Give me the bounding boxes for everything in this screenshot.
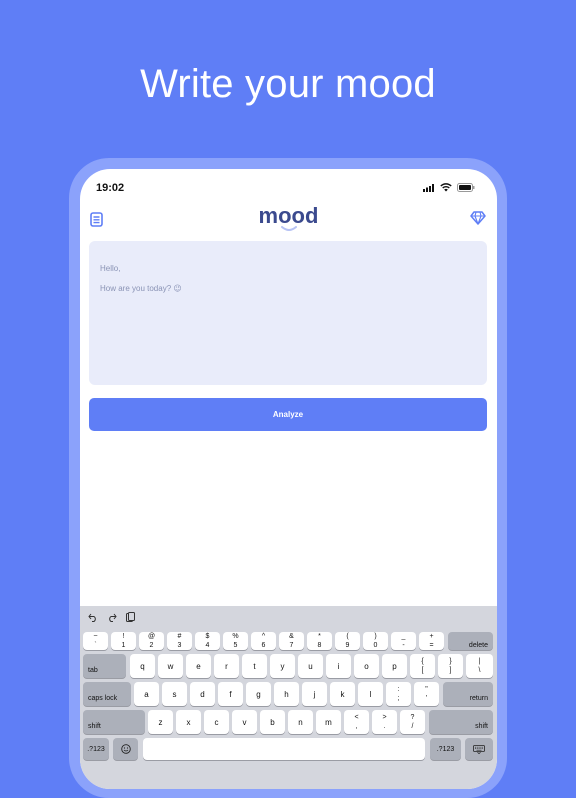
key-caps-lock[interactable]: caps lock <box>83 682 131 706</box>
key-e[interactable]: e <box>186 654 211 678</box>
placeholder-line-1: Hello, <box>100 264 121 273</box>
key-z[interactable]: z <box>148 710 173 734</box>
headline: Write your mood <box>140 62 436 106</box>
key-0[interactable]: ) 0 <box>363 632 388 650</box>
key-j[interactable]: j <box>302 682 327 706</box>
key-t[interactable]: t <box>242 654 267 678</box>
key-semicolon[interactable]: :; <box>386 682 411 706</box>
key-space[interactable] <box>143 738 425 760</box>
key-equals[interactable]: + = <box>419 632 444 650</box>
key-s[interactable]: s <box>162 682 187 706</box>
key-bracket-left[interactable]: {[ <box>410 654 435 678</box>
battery-icon <box>457 183 475 192</box>
key-q[interactable]: q <box>130 654 155 678</box>
signal-icon <box>423 183 434 192</box>
key-v[interactable]: v <box>232 710 257 734</box>
emoji-icon <box>120 744 131 754</box>
key-g[interactable]: g <box>246 682 271 706</box>
key-4[interactable]: $4 <box>195 632 220 650</box>
key-numbers-right[interactable]: .?123 <box>430 738 461 760</box>
keyboard-dismiss-icon <box>473 744 485 754</box>
key-r[interactable]: r <box>214 654 239 678</box>
analyze-button[interactable]: Analyze <box>89 398 487 431</box>
key-b[interactable]: b <box>260 710 285 734</box>
key-tab[interactable]: tab <box>83 654 126 678</box>
key-f[interactable]: f <box>218 682 243 706</box>
key-slash[interactable]: ? / <box>400 710 425 734</box>
key-y[interactable]: y <box>270 654 295 678</box>
mood-text-input[interactable]: Hello, How are you today? 😉 <box>89 241 487 385</box>
key-o[interactable]: o <box>354 654 379 678</box>
key-hide-keyboard[interactable] <box>465 738 493 760</box>
key-7[interactable]: & 7 <box>279 632 304 650</box>
key-a[interactable]: a <box>134 682 159 706</box>
key-m[interactable]: m <box>316 710 341 734</box>
key-x[interactable]: x <box>176 710 201 734</box>
undo-icon[interactable] <box>88 613 98 622</box>
key-comma[interactable]: <, <box>344 710 369 734</box>
wifi-icon <box>440 183 452 192</box>
key-i[interactable]: i <box>326 654 351 678</box>
key-backslash[interactable]: | \ <box>466 654 493 678</box>
key-backtick[interactable]: ~ ` <box>83 632 108 650</box>
key-minus[interactable]: _ - <box>391 632 416 650</box>
key-3[interactable]: #3 <box>167 632 192 650</box>
key-d[interactable]: d <box>190 682 215 706</box>
app-logo: mood <box>258 203 319 228</box>
status-icons <box>423 183 475 192</box>
key-2[interactable]: @2 <box>139 632 164 650</box>
key-8[interactable]: * 8 <box>307 632 332 650</box>
key-u[interactable]: u <box>298 654 323 678</box>
key-k[interactable]: k <box>330 682 355 706</box>
key-9[interactable]: (9 <box>335 632 360 650</box>
key-l[interactable]: l <box>358 682 383 706</box>
key-emoji[interactable] <box>113 738 138 760</box>
key-p[interactable]: p <box>382 654 407 678</box>
paste-icon[interactable] <box>126 612 135 623</box>
key-shift-right[interactable]: shift <box>429 710 493 734</box>
key-n[interactable]: n <box>288 710 313 734</box>
app-logo-wrapper: mood <box>80 203 497 232</box>
placeholder-line-2: How are you today? 😉 <box>100 284 182 293</box>
key-5[interactable]: % 5 <box>223 632 248 650</box>
premium-diamond-icon[interactable] <box>470 210 486 226</box>
key-quote[interactable]: " ' <box>414 682 439 706</box>
key-1[interactable]: ! 1 <box>111 632 136 650</box>
redo-icon[interactable] <box>107 613 117 622</box>
key-w[interactable]: w <box>158 654 183 678</box>
key-return[interactable]: return <box>443 682 493 706</box>
status-time: 19:02 <box>96 182 125 194</box>
tablet-screen: 19:02 mood Hello, How are you today? 😉 A… <box>80 169 497 789</box>
key-6[interactable]: ^ 6 <box>251 632 276 650</box>
key-bracket-right[interactable]: }] <box>438 654 463 678</box>
key-period[interactable]: >. <box>372 710 397 734</box>
key-numbers-left[interactable]: .?123 <box>83 738 109 760</box>
key-h[interactable]: h <box>274 682 299 706</box>
key-shift-left[interactable]: shift <box>83 710 145 734</box>
key-delete[interactable]: delete <box>448 632 493 650</box>
key-c[interactable]: c <box>204 710 229 734</box>
keyboard-toolbar <box>88 612 135 623</box>
on-screen-keyboard: ~ ` ! 1 @2 #3 $4 % 5 ^ 6 & 7 * 8 (9 ) 0 _ - + = d… <box>80 606 497 789</box>
